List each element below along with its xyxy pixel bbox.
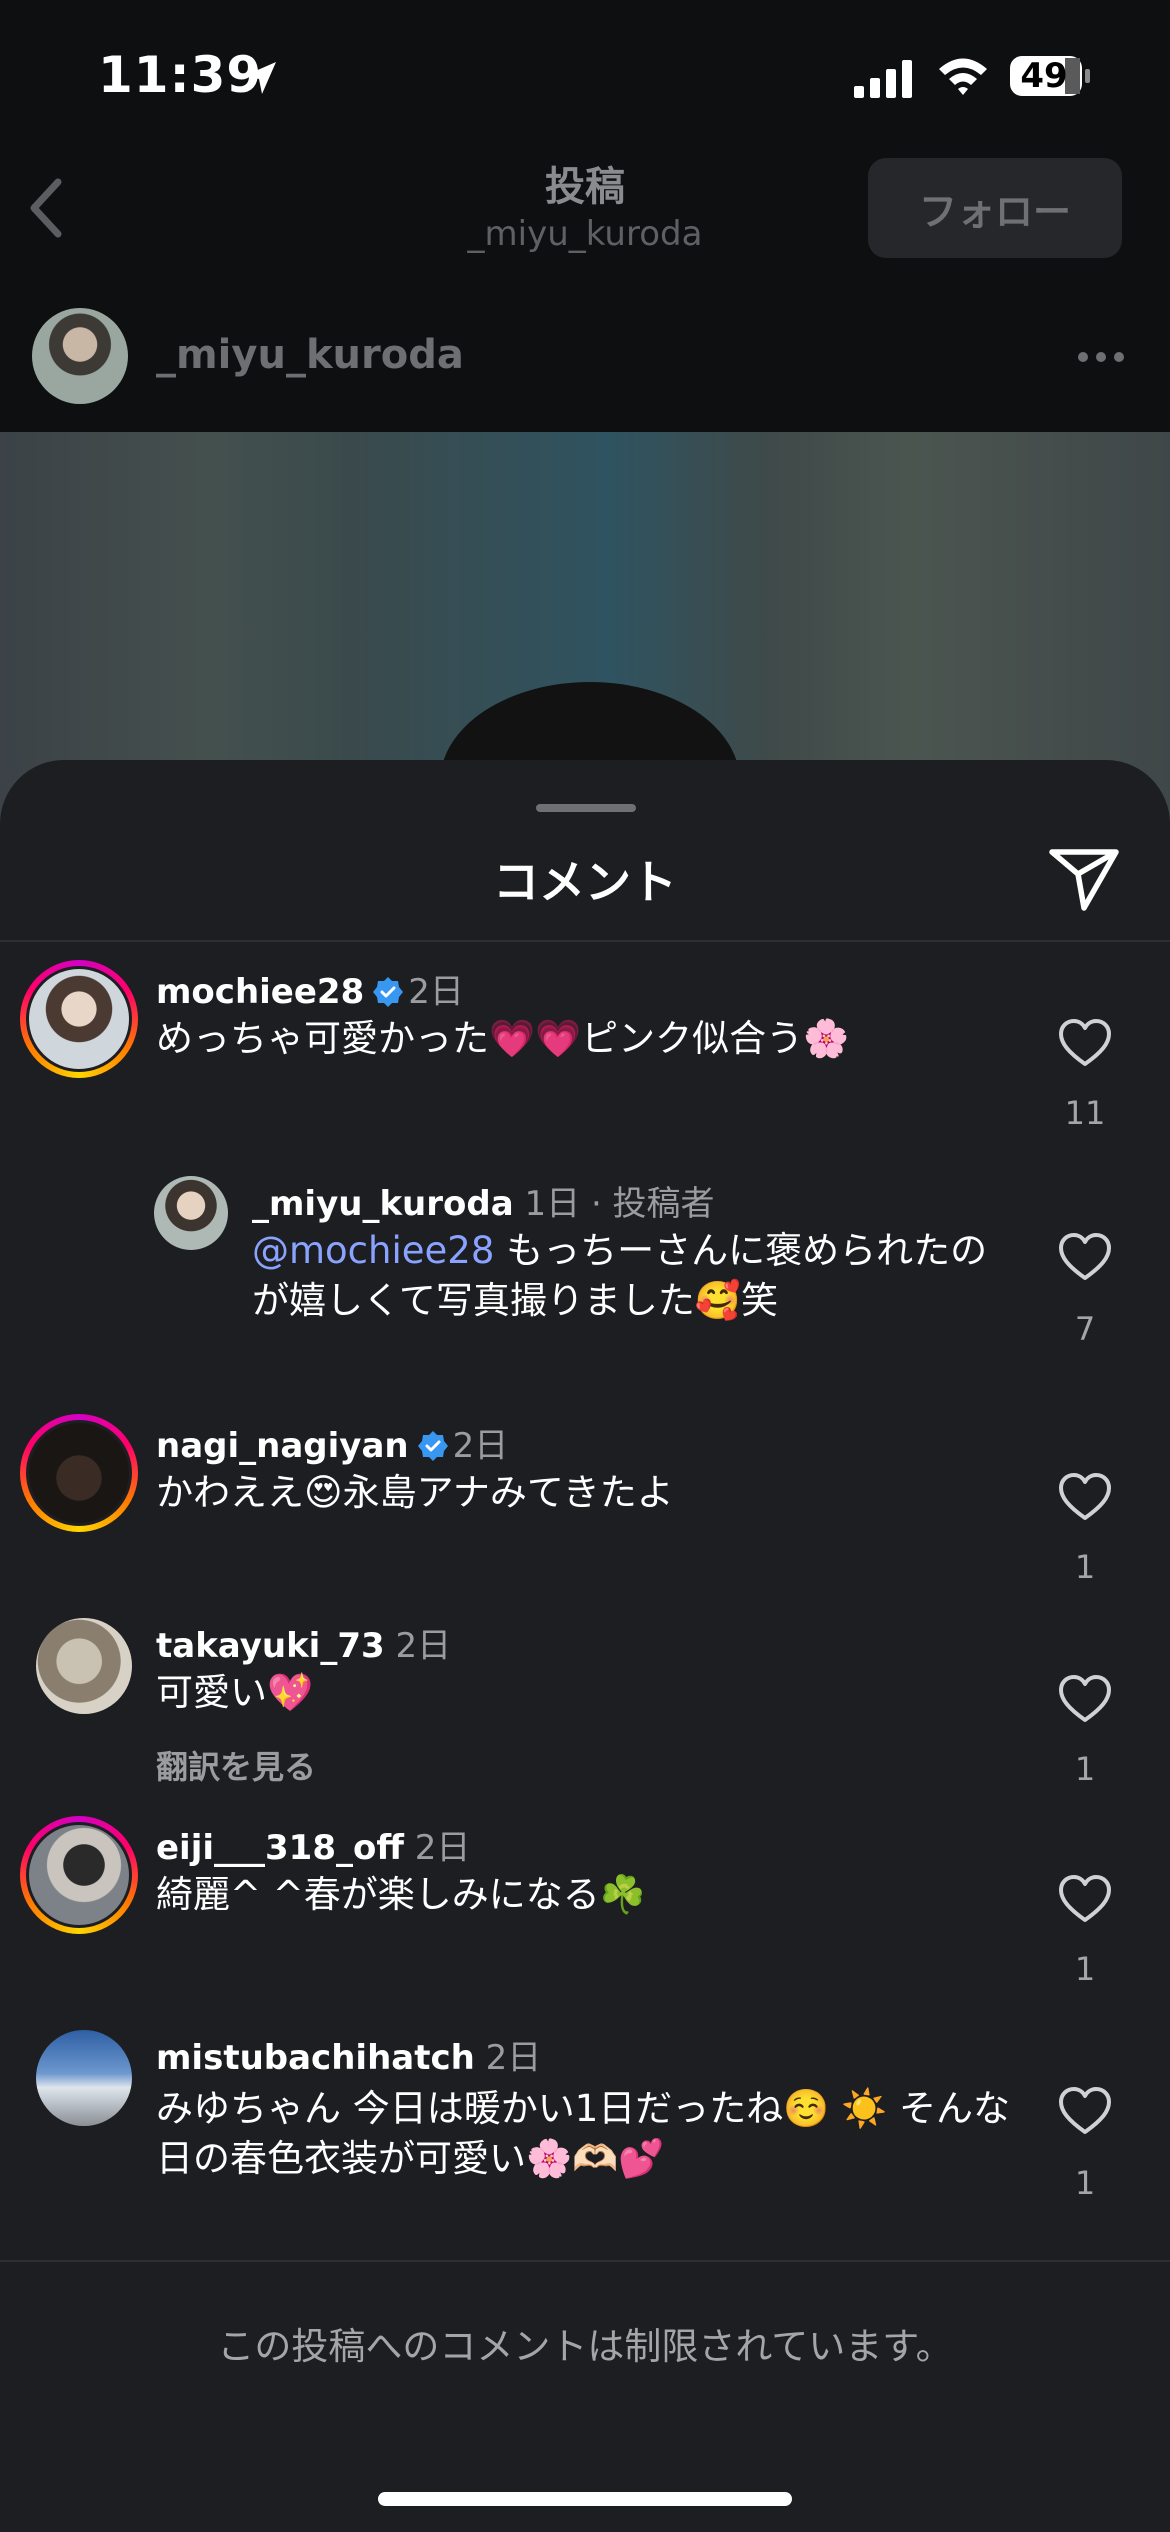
- like-heart-icon[interactable]: [1058, 1472, 1112, 1522]
- comment-time: 2日: [452, 1426, 509, 1466]
- share-paper-plane-icon[interactable]: [1048, 844, 1120, 912]
- like-heart-icon[interactable]: [1058, 1674, 1112, 1724]
- status-bar: 11:39 49: [0, 0, 1170, 140]
- like-count: 1: [1074, 1548, 1096, 1586]
- comment-username[interactable]: takayuki_73: [156, 1626, 385, 1666]
- story-ring[interactable]: [20, 1414, 138, 1532]
- comment-mention[interactable]: @mochiee28: [252, 1229, 494, 1272]
- post-author-avatar[interactable]: [32, 308, 128, 404]
- sheet-divider: [0, 940, 1170, 942]
- story-ring[interactable]: [20, 960, 138, 1078]
- post-author-username[interactable]: _miyu_kuroda: [156, 332, 464, 378]
- location-arrow-icon: [244, 62, 276, 94]
- comment-time: 1日 · 投稿者: [524, 1184, 715, 1224]
- home-indicator[interactable]: [378, 2492, 792, 2506]
- like-count: 11: [1064, 1094, 1106, 1132]
- post-header: _miyu_kuroda: [0, 290, 1170, 430]
- avatar[interactable]: [36, 2030, 132, 2126]
- comment-time: 2日: [408, 972, 464, 1012]
- comment-text: みゆちゃん 今日は暖かい1日だったね☺️ ☀️ そんな日の春色衣装が可愛い🌸🫶🏻…: [156, 2087, 1010, 2180]
- avatar[interactable]: [154, 1176, 228, 1250]
- cellular-signal-icon: [854, 60, 912, 98]
- story-ring[interactable]: [20, 1816, 138, 1934]
- more-options-icon[interactable]: [1076, 350, 1126, 364]
- nav-bar: 投稿 _miyu_kuroda フォロー: [0, 140, 1170, 290]
- wifi-icon: [939, 58, 987, 95]
- avatar: [29, 1825, 129, 1925]
- verified-badge-icon: [417, 1431, 448, 1461]
- comment-text: 可愛い💖: [156, 1671, 314, 1714]
- comments-restricted-notice: この投稿へのコメントは制限されています。: [217, 2325, 953, 2368]
- follow-button[interactable]: フォロー: [868, 158, 1122, 258]
- avatar[interactable]: [36, 1618, 132, 1714]
- like-heart-icon[interactable]: [1058, 1018, 1112, 1068]
- like-heart-icon[interactable]: [1058, 1232, 1112, 1282]
- like-heart-icon[interactable]: [1058, 2086, 1112, 2136]
- avatar: [29, 1423, 129, 1523]
- like-heart-icon[interactable]: [1058, 1874, 1112, 1924]
- comment-text: めっちゃ可愛かった💗💗ピンク似合う🌸: [156, 1017, 850, 1060]
- like-count: 7: [1074, 1310, 1096, 1348]
- comment-username[interactable]: nagi_nagiyan: [156, 1426, 409, 1466]
- comment-username[interactable]: mistubachihatch: [156, 2038, 475, 2078]
- comment-username[interactable]: _miyu_kuroda: [252, 1184, 514, 1224]
- comment-time: 2日: [414, 1828, 471, 1868]
- avatar: [29, 969, 129, 1069]
- comment-time: 2日: [395, 1626, 452, 1666]
- battery-level: 49: [1020, 56, 1068, 96]
- sheet-grabber[interactable]: [536, 804, 636, 812]
- like-count: 1: [1074, 2164, 1096, 2202]
- sheet-title: コメント: [493, 855, 677, 909]
- comment-text: 綺麗^ ^春が楽しみになる☘️: [156, 1873, 646, 1916]
- footer-divider: [0, 2260, 1170, 2262]
- comment-username[interactable]: eiji___318_off: [156, 1828, 404, 1868]
- status-time: 11:39: [98, 46, 263, 104]
- like-count: 1: [1074, 1750, 1096, 1788]
- comment-time: 2日: [485, 2038, 542, 2078]
- see-translation-link[interactable]: 翻訳を見る: [156, 1742, 316, 1788]
- like-count: 1: [1074, 1950, 1096, 1988]
- comment-username[interactable]: mochiee28: [156, 972, 364, 1012]
- comment-text: かわええ😍永島アナみてきたよ: [156, 1471, 674, 1514]
- verified-badge-icon: [373, 977, 404, 1007]
